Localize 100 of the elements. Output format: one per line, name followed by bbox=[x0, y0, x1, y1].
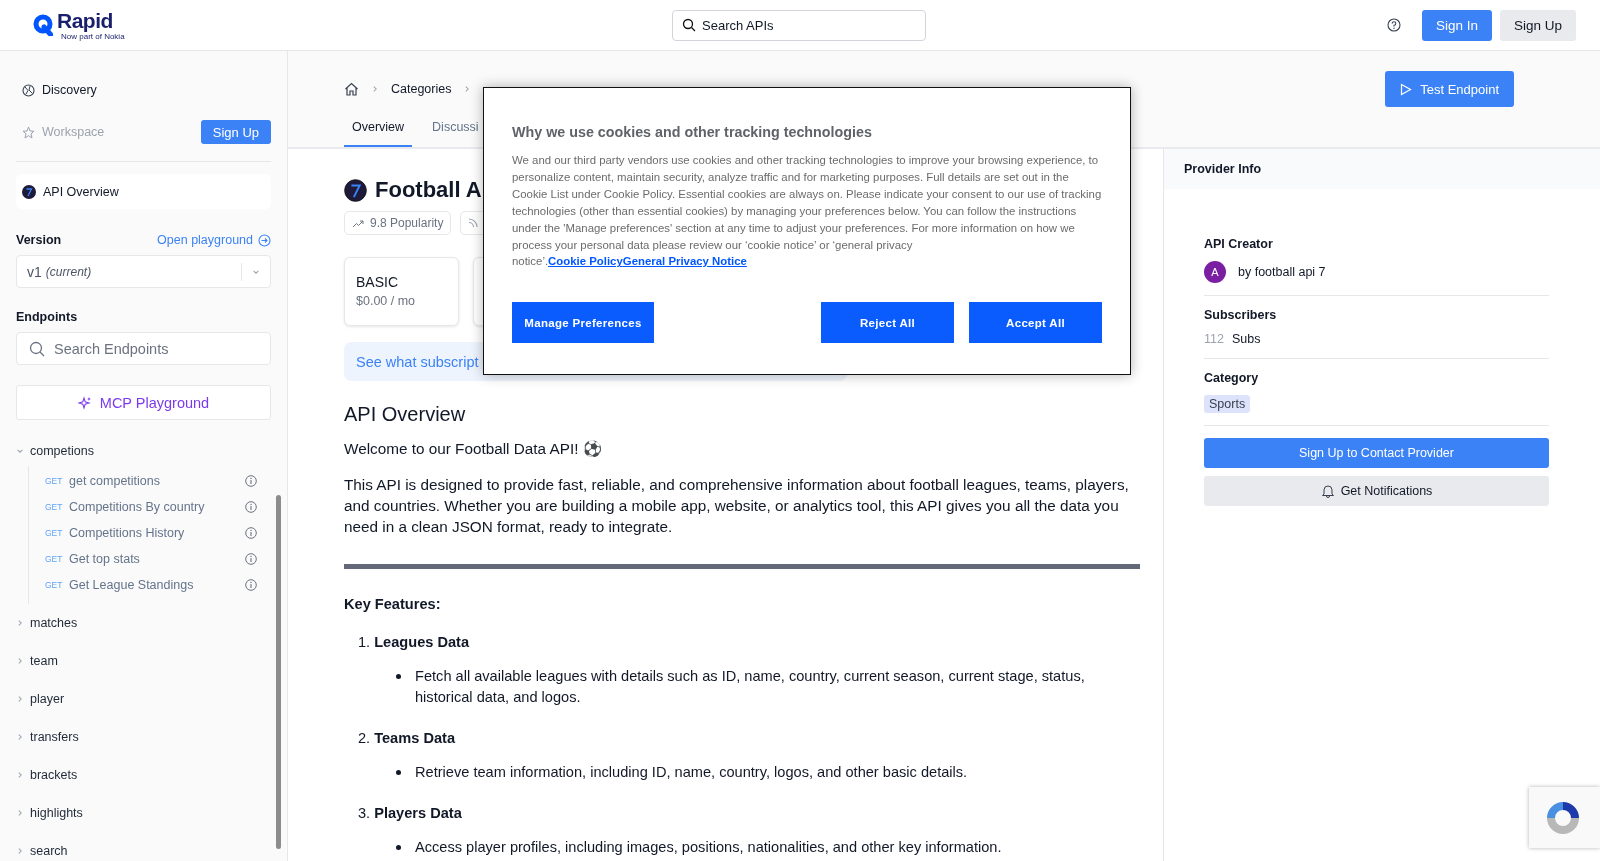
endpoint-item[interactable]: Get League Standings bbox=[69, 578, 194, 592]
list-number: 2. bbox=[358, 730, 371, 746]
category-label: Category bbox=[1204, 371, 1260, 385]
endpoint-group[interactable]: matches bbox=[30, 616, 78, 630]
chevron-icon bbox=[16, 619, 24, 627]
chevron-icon bbox=[16, 657, 24, 665]
panel-title: Provider Info bbox=[1164, 149, 1600, 189]
captcha-badge[interactable] bbox=[1529, 787, 1600, 848]
bell-icon bbox=[1320, 484, 1335, 498]
api-logo-icon bbox=[344, 178, 367, 202]
info-icon[interactable] bbox=[245, 501, 257, 513]
manage-preferences-button[interactable]: Manage Preferences bbox=[512, 302, 654, 344]
globe-icon bbox=[22, 83, 35, 97]
logo-text[interactable]: Rapid bbox=[57, 9, 125, 31]
sign-up-button[interactable]: Sign Up bbox=[1499, 9, 1576, 41]
api-overview-item[interactable]: API Overview bbox=[16, 174, 271, 209]
contact-provider-button[interactable]: Sign Up to Contact Provider bbox=[1204, 438, 1549, 468]
section-heading: API Overview bbox=[344, 403, 467, 426]
breadcrumb-link[interactable]: Categories bbox=[391, 82, 452, 96]
intro-paragraph: This API is designed to provide fast, reliable, and comprehensive information about football leagues, teams, players, and countries. Whether you are building a mobile app, website, or analytics tool, this API gives you all the data you need in a clean JSON format, ready to integrate. bbox=[344, 475, 1130, 537]
endpoint-group[interactable]: team bbox=[30, 654, 58, 668]
chevron-icon bbox=[16, 447, 24, 455]
endpoint-group[interactable]: search bbox=[30, 844, 68, 858]
creator-label: API Creator bbox=[1204, 237, 1274, 251]
method-label: GET bbox=[45, 528, 64, 538]
tab[interactable]: Discussi bbox=[424, 110, 487, 147]
feature-title: Teams Data bbox=[374, 730, 455, 746]
search-icon bbox=[29, 340, 45, 357]
arrow-circle-icon bbox=[258, 233, 271, 247]
play-icon bbox=[1400, 82, 1413, 96]
bullet-icon bbox=[396, 845, 401, 850]
chevron-icon bbox=[16, 771, 24, 779]
chevron-icon bbox=[16, 733, 24, 741]
subscriber-unit: Subs bbox=[1231, 332, 1261, 346]
info-icon[interactable] bbox=[245, 553, 257, 565]
endpoint-search-field[interactable]: Search Endpoints bbox=[16, 332, 271, 365]
bullet-icon bbox=[396, 674, 401, 679]
feature-text: Access player profiles, including images, positions, nationalities, and other key information. bbox=[415, 838, 1002, 857]
endpoint-item[interactable]: Competitions By country bbox=[69, 500, 205, 514]
chevron-icon bbox=[16, 695, 24, 703]
endpoint-group[interactable]: transfers bbox=[30, 730, 79, 744]
plan-name: BASIC bbox=[356, 274, 399, 290]
search-icon bbox=[682, 18, 696, 32]
api-logo-icon bbox=[22, 184, 36, 199]
sign-in-button[interactable]: Sign In bbox=[1421, 9, 1492, 41]
method-label: GET bbox=[45, 502, 64, 512]
help-icon[interactable] bbox=[1386, 18, 1401, 32]
subscribers-label: Subscribers bbox=[1204, 308, 1278, 322]
info-icon[interactable] bbox=[245, 579, 257, 591]
accept-all-button[interactable]: Accept All bbox=[969, 302, 1102, 344]
endpoint-item[interactable]: get competitions bbox=[69, 474, 161, 488]
privacy-notice-link[interactable]: General Privacy Notice bbox=[622, 255, 747, 268]
star-icon bbox=[22, 125, 35, 139]
logo-icon bbox=[33, 14, 53, 36]
cookie-policy-link[interactable]: Cookie Policy bbox=[548, 255, 623, 268]
endpoint-item[interactable]: Competitions History bbox=[69, 526, 185, 540]
endpoint-item[interactable]: Get top stats bbox=[69, 552, 140, 566]
welcome-text: Welcome to our Football Data API! ⚽ bbox=[344, 439, 603, 459]
method-label: GET bbox=[45, 554, 64, 564]
plan-card[interactable]: BASIC $0.00 / mo bbox=[344, 257, 459, 326]
endpoint-group[interactable]: brackets bbox=[30, 768, 78, 782]
search-field[interactable]: Search APIs bbox=[672, 9, 926, 41]
version-select[interactable]: v1 (current) bbox=[16, 255, 271, 288]
feature-text: Retrieve team information, including ID, name, country, logos, and other basic details. bbox=[415, 763, 968, 782]
endpoint-group[interactable]: highlights bbox=[30, 806, 83, 820]
nav-item[interactable]: Discovery bbox=[42, 83, 97, 97]
feature-title: Players Data bbox=[374, 805, 462, 821]
tab[interactable]: Overview bbox=[344, 110, 413, 147]
chevron-icon bbox=[371, 85, 379, 93]
open-playground-link[interactable]: Open playground bbox=[157, 233, 253, 247]
test-endpoint-button[interactable]: Test Endpoint bbox=[1385, 71, 1514, 107]
endpoint-group[interactable]: competions bbox=[30, 444, 94, 458]
info-icon[interactable] bbox=[245, 475, 257, 487]
sparkle-icon bbox=[77, 395, 92, 410]
creator-name[interactable]: by football api 7 bbox=[1238, 265, 1326, 279]
scrollbar[interactable] bbox=[276, 495, 281, 849]
trend-icon bbox=[352, 218, 364, 228]
method-label: GET bbox=[45, 580, 64, 590]
api-title: Football A bbox=[375, 177, 482, 203]
sign-up-button[interactable]: Sign Up bbox=[200, 120, 271, 144]
feature-text: Fetch all available leagues with details such as ID, name, country, current season, current stage, status, historical data, and logos. bbox=[415, 667, 1086, 707]
list-number: 1. bbox=[358, 634, 371, 650]
chevron-icon bbox=[16, 847, 24, 855]
mcp-playground-button[interactable]: MCP Playground bbox=[16, 385, 271, 420]
notifications-button[interactable]: Get Notifications bbox=[1204, 476, 1549, 506]
popularity-badge: 9.8 Popularity bbox=[344, 211, 452, 235]
endpoints-label: Endpoints bbox=[16, 310, 79, 324]
info-icon[interactable] bbox=[245, 527, 257, 539]
home-icon[interactable] bbox=[344, 82, 359, 96]
version-label: Version bbox=[16, 233, 62, 247]
bullet-icon bbox=[396, 770, 401, 775]
feature-title: Leagues Data bbox=[374, 634, 470, 650]
logo-tagline: Now part of Nokia bbox=[61, 31, 125, 41]
reject-all-button[interactable]: Reject All bbox=[821, 302, 954, 344]
plan-price: $0.00 / mo bbox=[356, 294, 417, 308]
endpoint-group[interactable]: player bbox=[30, 692, 65, 706]
category-tag[interactable]: Sports bbox=[1204, 395, 1251, 413]
features-heading: Key Features: bbox=[344, 596, 442, 612]
subscriber-count: 112 bbox=[1204, 332, 1224, 346]
method-label: GET bbox=[45, 476, 64, 486]
